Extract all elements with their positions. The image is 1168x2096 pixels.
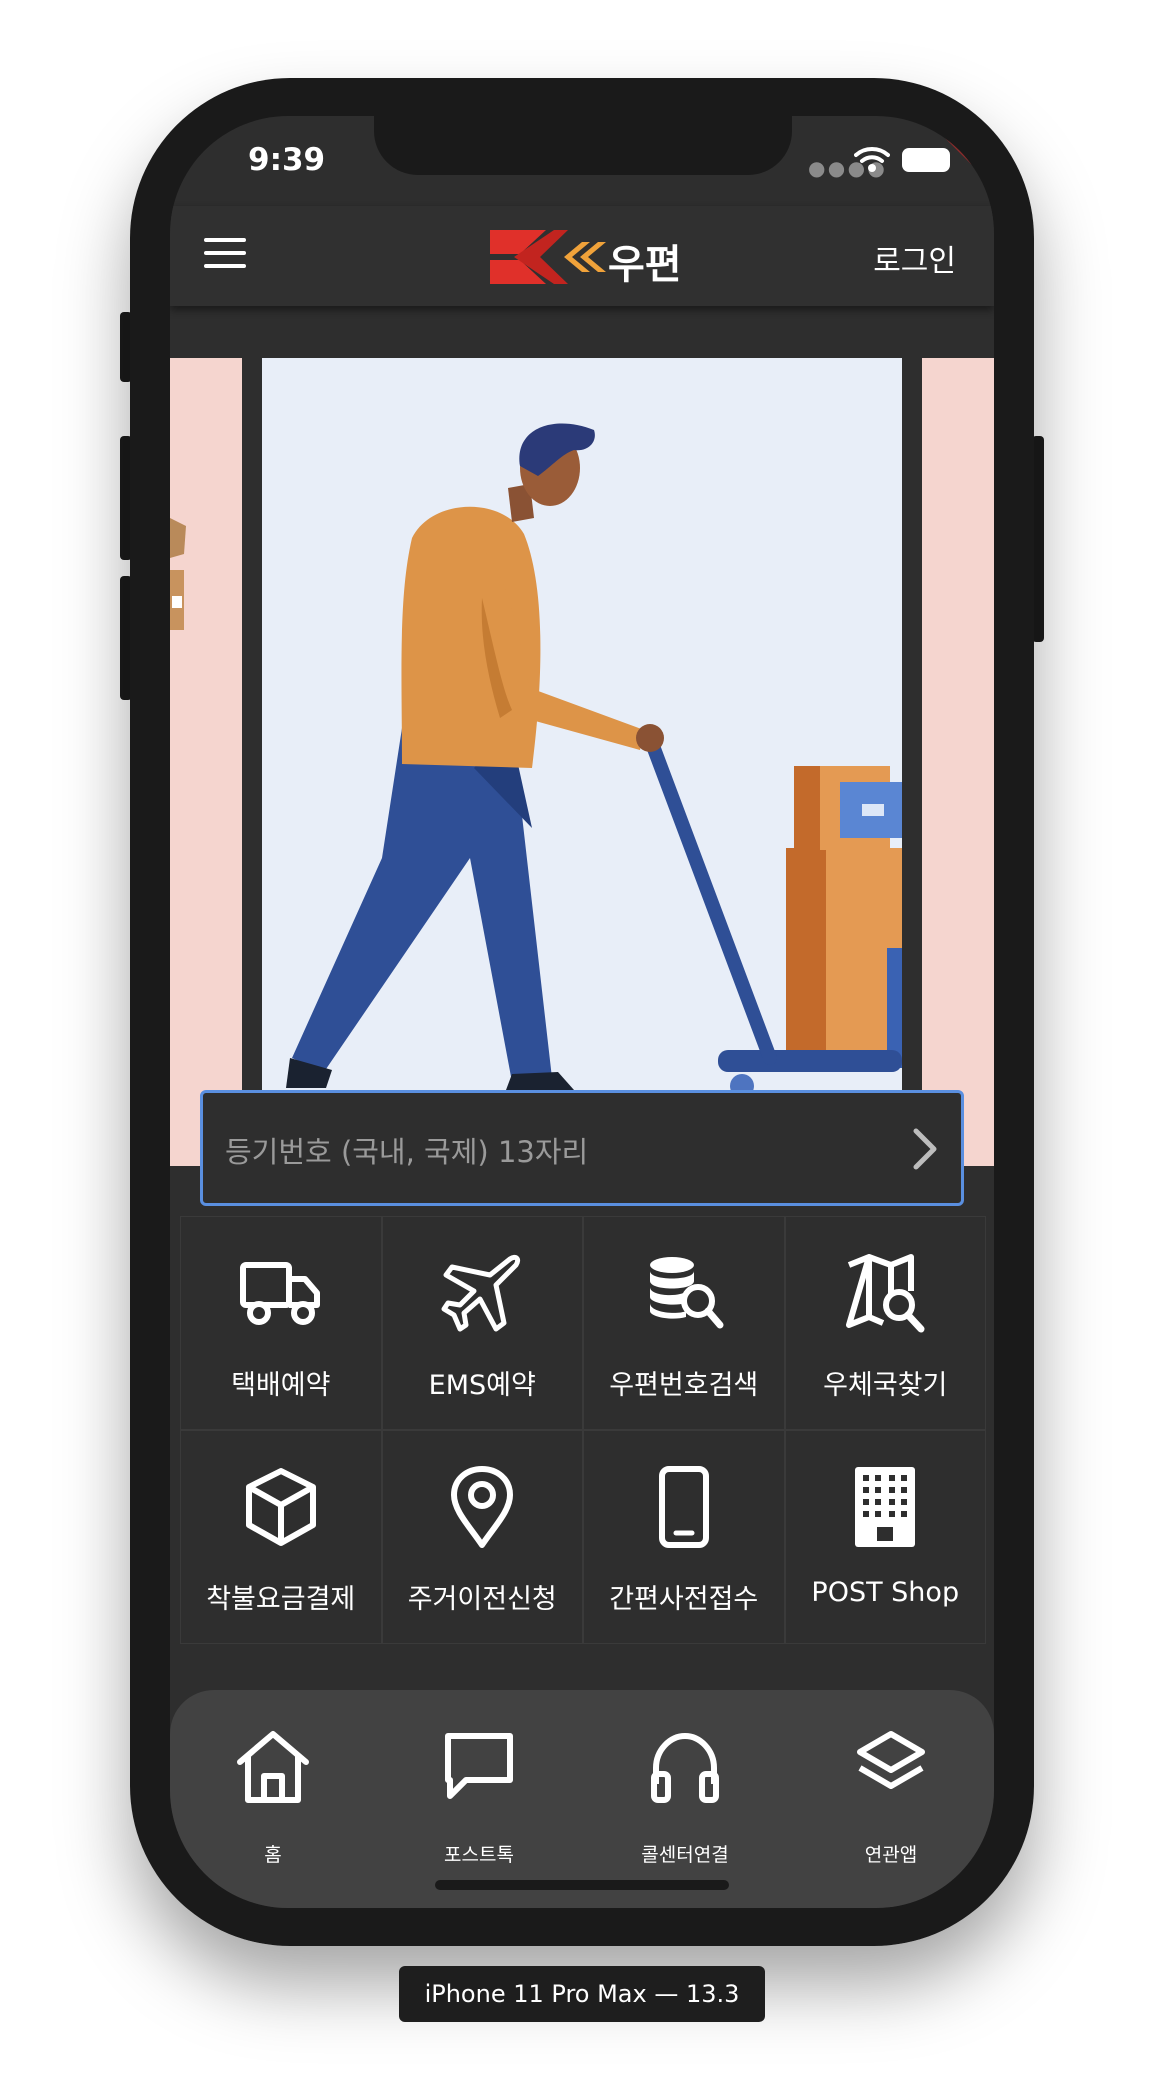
map-search-icon	[846, 1254, 925, 1333]
banner-carousel[interactable]	[170, 358, 994, 1166]
simulator-device-label: iPhone 11 Pro Max — 13.3	[399, 1966, 765, 2022]
service-label: EMS예약	[428, 1370, 536, 1401]
box-icon	[245, 1468, 316, 1546]
banner-prev-slide[interactable]	[170, 358, 242, 1166]
notch	[374, 116, 792, 175]
service-label: 착불요금결제	[206, 1584, 356, 1615]
service-label: 우편번호검색	[609, 1370, 759, 1401]
database-search-icon	[649, 1257, 724, 1329]
banner-illustration	[262, 358, 902, 1090]
service-postal-code-search[interactable]: 우편번호검색	[583, 1216, 785, 1430]
service-parcel-reservation[interactable]: 택배예약	[180, 1216, 382, 1430]
bottom-navigation: 홈 포스트톡 콜센터연결 연관앱	[170, 1690, 994, 1908]
service-label: 택배예약	[231, 1370, 331, 1401]
mobile-phone-icon	[658, 1466, 709, 1548]
service-find-post-office[interactable]: 우체국찾기	[784, 1216, 986, 1430]
logo-mark-icon	[490, 230, 606, 284]
nav-label: 콜센터연결	[641, 1844, 729, 1866]
nav-item-call-center[interactable]: 콜센터연결	[582, 1690, 788, 1880]
nav-item-post-talk[interactable]: 포스트톡	[376, 1690, 582, 1880]
login-button[interactable]: 로그인	[873, 236, 956, 280]
service-label: 우체국찾기	[823, 1370, 948, 1401]
nav-item-home[interactable]: 홈	[170, 1690, 376, 1880]
nav-label: 홈	[264, 1844, 282, 1866]
tracking-number-placeholder: 등기번호 (국내, 국제) 13자리	[225, 1135, 589, 1169]
banner-next-slide[interactable]	[922, 358, 994, 1166]
nav-label: 포스트톡	[444, 1844, 514, 1866]
service-label: 주거이전신청	[407, 1584, 557, 1615]
service-easy-pre-registration[interactable]: 간편사전접수	[583, 1430, 785, 1644]
nav-label: 연관앱	[864, 1844, 918, 1866]
app-screen: 9:39 ● ● ● ● DEBUG 우편 로그인 등기번호 (국내, 국제) …	[170, 116, 994, 1908]
service-ems-reservation[interactable]: EMS예약	[381, 1216, 583, 1430]
battery-icon	[902, 148, 950, 172]
hamburger-menu-icon[interactable]	[204, 238, 246, 272]
app-logo[interactable]: 우편	[484, 224, 694, 290]
iphone-frame: 9:39 ● ● ● ● DEBUG 우편 로그인 등기번호 (국내, 국제) …	[130, 78, 1034, 1946]
layers-icon	[857, 1731, 925, 1789]
chevron-right-icon[interactable]	[911, 1127, 939, 1171]
wifi-icon	[854, 147, 890, 172]
service-label: 간편사전접수	[609, 1584, 759, 1615]
status-time: 9:39	[248, 142, 326, 178]
delivery-man-illustration	[286, 423, 902, 1090]
service-grid: 택배예약 EMS예약 우편번호검색 우체국찾기 착불요금결제 주거이전신청 간편…	[180, 1216, 986, 1644]
home-icon	[237, 1731, 309, 1803]
service-post-shop[interactable]: POST Shop	[784, 1430, 986, 1644]
service-address-change[interactable]: 주거이전신청	[381, 1430, 583, 1644]
service-cod-payment[interactable]: 착불요금결제	[180, 1430, 382, 1644]
chat-bubble-icon	[445, 1733, 513, 1799]
app-bar: 우편 로그인	[170, 206, 994, 306]
logo-text: 우편	[608, 242, 682, 288]
home-indicator[interactable]	[435, 1880, 729, 1890]
airplane-icon	[441, 1254, 521, 1332]
tracking-number-input[interactable]: 등기번호 (국내, 국제) 13자리	[200, 1090, 964, 1206]
location-pin-icon	[451, 1466, 514, 1548]
truck-icon	[239, 1262, 320, 1325]
nav-item-related-apps[interactable]: 연관앱	[788, 1690, 994, 1880]
service-label: POST Shop	[811, 1577, 960, 1608]
building-icon	[855, 1467, 916, 1547]
headphones-icon	[651, 1732, 719, 1803]
